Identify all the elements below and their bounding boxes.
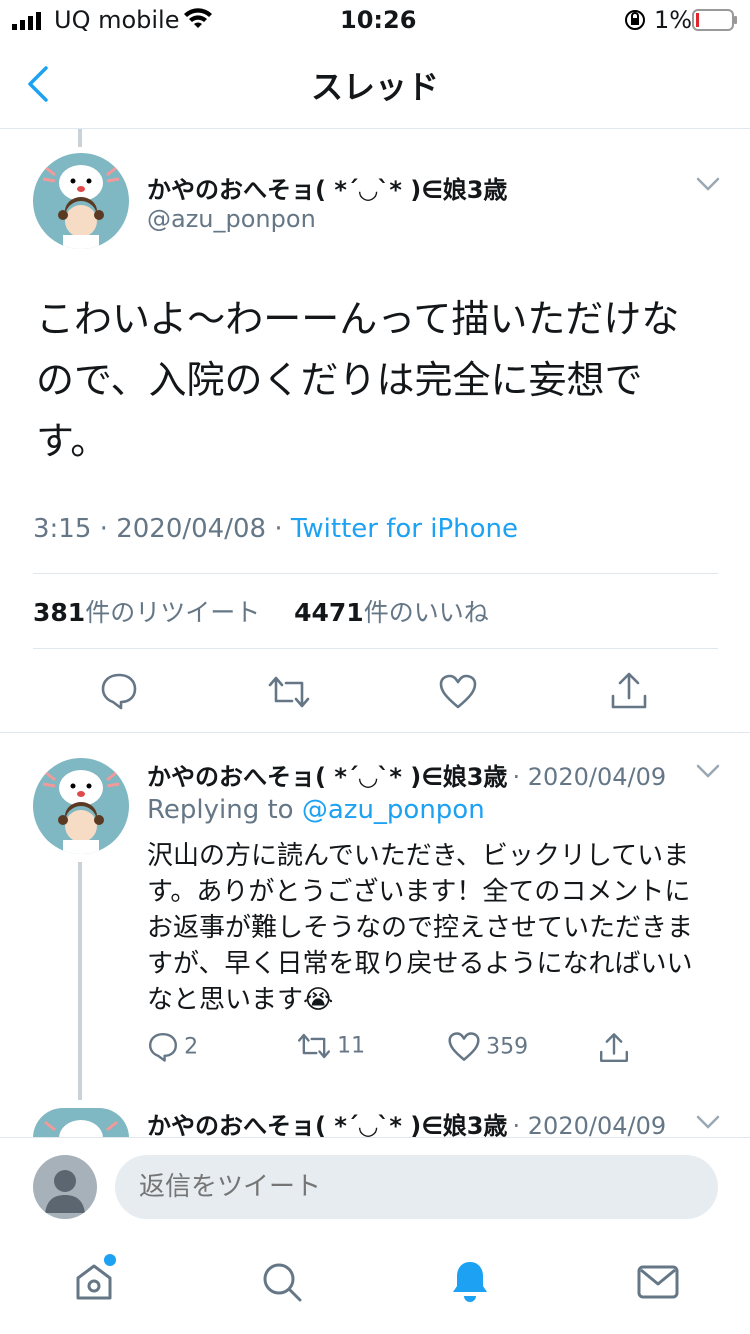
meta-separator: · (274, 514, 283, 544)
like-stat[interactable]: 4471件のいいね (294, 598, 489, 627)
tweet-date: 2020/04/08 (116, 514, 267, 544)
reply-count: 2 (184, 1034, 199, 1060)
tweet-source-link[interactable]: Twitter for iPhone (291, 514, 518, 544)
divider (33, 648, 718, 649)
reply-text-line: なと思います😭 (147, 985, 334, 1015)
like-icon (447, 1031, 481, 1063)
reply-icon[interactable] (99, 671, 139, 711)
notifications-icon[interactable] (448, 1258, 492, 1304)
reply-date: · 2020/04/09 (512, 1112, 667, 1140)
tweet-text-line: ので、入院のくだりは完全に妄想で (36, 358, 643, 402)
divider (33, 573, 718, 574)
divider (0, 732, 750, 733)
replying-to-handle[interactable]: @azu_ponpon (302, 795, 485, 825)
avatar[interactable] (33, 1108, 129, 1138)
engagement-stats: 381件のリツイート 4471件のいいね (33, 593, 489, 629)
retweet-action[interactable]: 11 (296, 1031, 365, 1061)
avatar[interactable] (33, 153, 129, 249)
like-count: 4471 (294, 598, 364, 627)
search-icon[interactable] (260, 1260, 304, 1304)
reply-text-line: す。ありがとうございます！全てのコメントに (147, 877, 691, 907)
like-count: 359 (486, 1034, 529, 1060)
reply-text-line: 沢山の方に読んでいただき、ビックリしていま (147, 841, 690, 871)
reply-icon (147, 1031, 179, 1063)
meta-separator: · (99, 514, 108, 544)
reply-input[interactable] (115, 1155, 718, 1219)
battery-icon (692, 9, 738, 31)
retweet-label: 件のリツイート (85, 598, 261, 627)
reply-header: かやのおへそョ( *´◡`* )∈娘3歳 · 2020/04/09 (147, 1106, 666, 1141)
clock: 10:26 (340, 6, 417, 34)
like-label: 件のいいね (363, 598, 489, 627)
reply-header: かやのおへそョ( *´◡`* )∈娘3歳 · 2020/04/09 (147, 757, 666, 792)
reply-date: · 2020/04/09 (512, 763, 667, 791)
replying-to: Replying to @azu_ponpon (147, 795, 485, 825)
reply-text: 沢山の方に読んでいただき、ビックリしていま す。ありがとうございます！全てのコメ… (147, 838, 722, 1018)
tweet-text-line: す。 (36, 419, 109, 463)
reply-text-line: お返事が難しそうなので控えさせていただきま (147, 913, 694, 943)
battery-percent: 1% (654, 6, 693, 34)
share-icon[interactable] (598, 1031, 630, 1065)
thread-line-top (78, 129, 82, 147)
retweet-count: 381 (33, 598, 86, 627)
tweet-text-line: こわいよ〜わーーんって描いただけな (36, 297, 680, 341)
retweet-count: 11 (337, 1033, 366, 1059)
avatar[interactable] (33, 758, 129, 854)
user-avatar[interactable] (33, 1155, 97, 1219)
signal-icon (12, 12, 46, 30)
author-handle[interactable]: @azu_ponpon (147, 205, 316, 233)
page-title: スレッド (310, 68, 439, 106)
messages-icon[interactable] (636, 1262, 680, 1302)
home-icon[interactable] (72, 1260, 116, 1304)
tweet-text: こわいよ〜わーーんって描いただけな ので、入院のくだりは完全に妄想で す。 (36, 289, 726, 472)
replying-to-label: Replying to (147, 795, 294, 825)
wifi-icon (183, 8, 213, 30)
orientation-lock-icon (624, 9, 646, 31)
nav-bar: スレッド (0, 40, 750, 129)
reply-composer-bar (0, 1137, 750, 1238)
like-action[interactable]: 359 (447, 1031, 528, 1063)
tweet-meta: 3:15 · 2020/04/08 · Twitter for iPhone (33, 514, 518, 544)
retweet-stat[interactable]: 381件のリツイート (33, 598, 268, 627)
author-name[interactable]: かやのおへそョ( *´◡`* )∈娘3歳 (147, 1112, 507, 1140)
chevron-down-icon[interactable] (696, 763, 720, 779)
chevron-down-icon[interactable] (696, 176, 720, 192)
reply-action[interactable]: 2 (147, 1031, 198, 1063)
carrier-label: UQ mobile (54, 6, 180, 34)
status-bar: UQ mobile 10:26 1% (0, 0, 750, 40)
tweet-time: 3:15 (33, 514, 92, 544)
tab-bar (0, 1240, 750, 1334)
reply-text-line: すが、早く日常を取り戻せるようになればいい (147, 949, 693, 979)
chevron-down-icon[interactable] (696, 1114, 720, 1130)
author-name[interactable]: かやのおへそョ( *´◡`* )∈娘3歳 (147, 763, 507, 791)
share-icon[interactable] (609, 670, 649, 712)
retweet-icon (296, 1031, 332, 1061)
thread-line (78, 862, 82, 1100)
retweet-icon[interactable] (266, 673, 312, 711)
author-name[interactable]: かやのおへそョ( *´◡`* )∈娘3歳 (147, 170, 507, 205)
like-icon[interactable] (438, 673, 478, 711)
notification-dot (104, 1254, 116, 1266)
